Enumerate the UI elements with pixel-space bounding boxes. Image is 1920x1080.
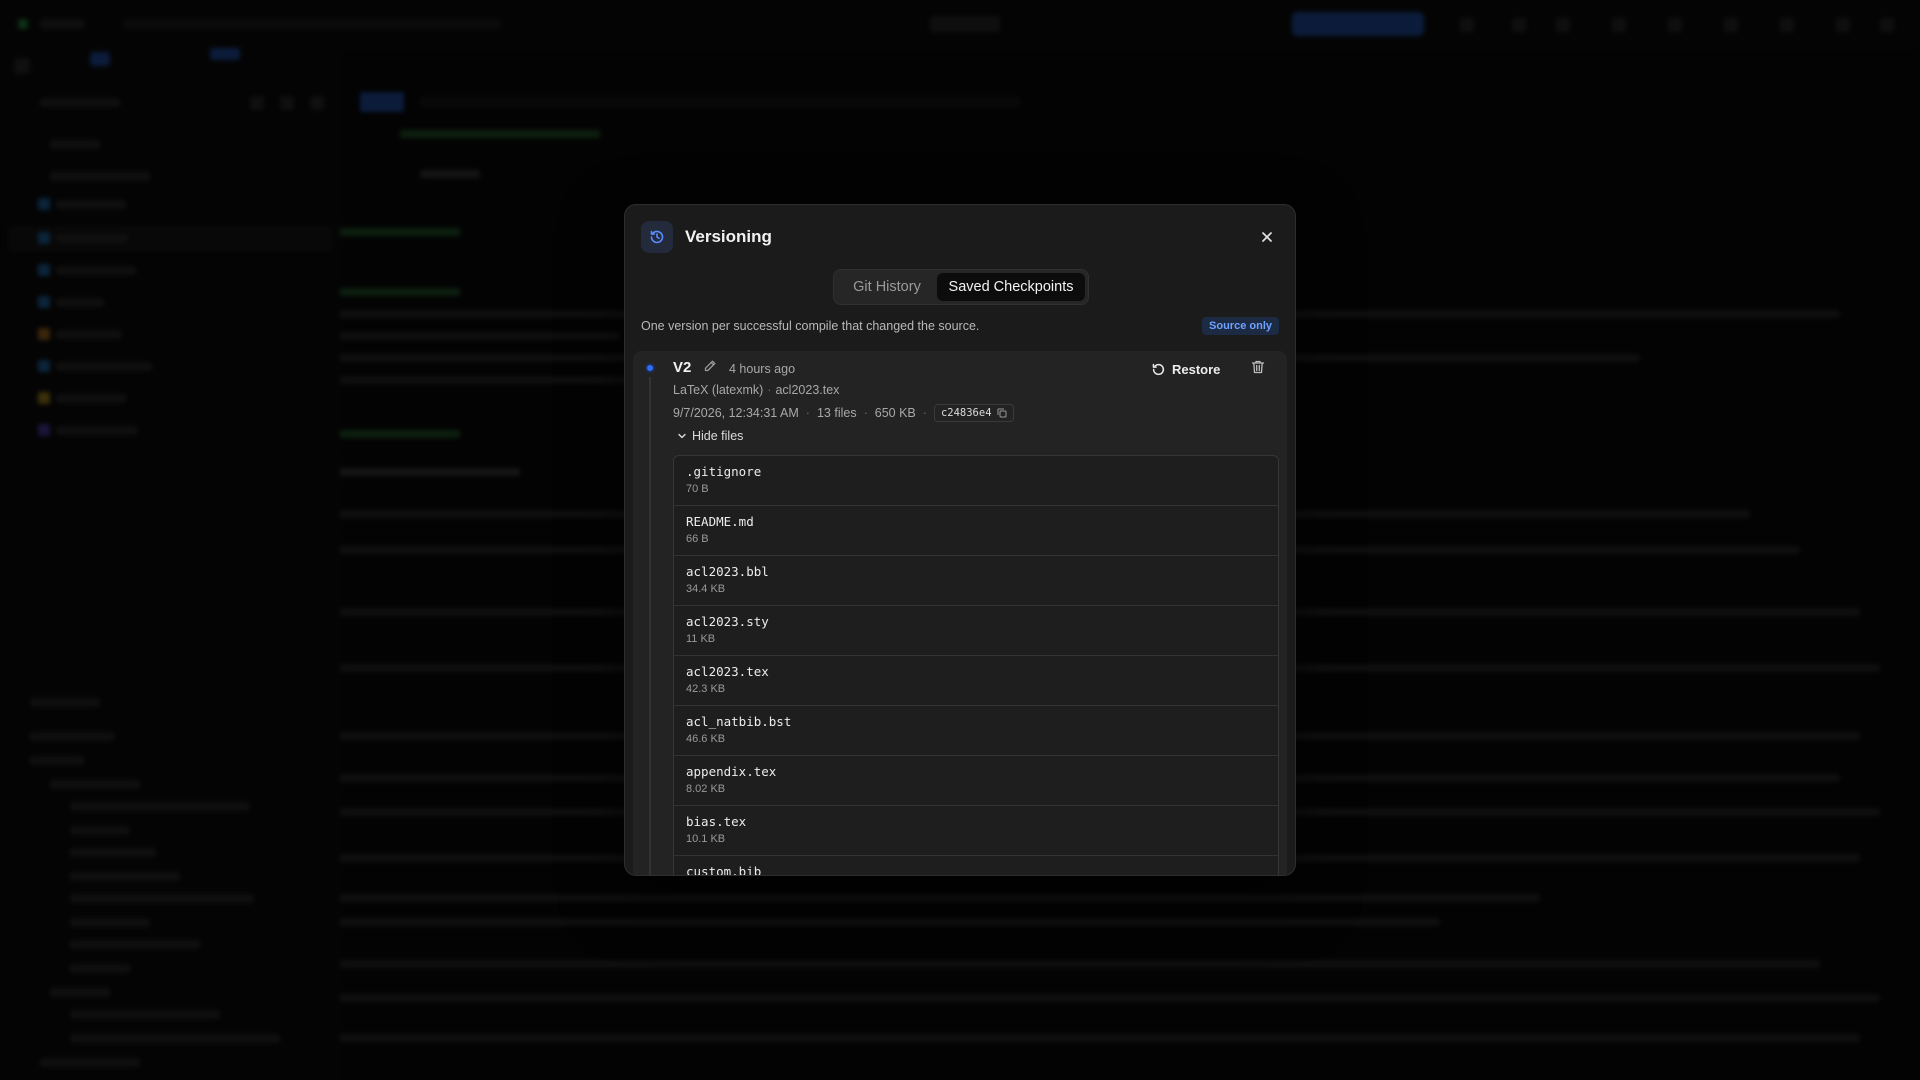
hide-files-toggle[interactable]: Hide files <box>677 429 743 443</box>
file-size: 11 KB <box>686 633 716 645</box>
file-size: 46.6 KB <box>686 733 726 745</box>
file-row[interactable]: acl_natbib.bst 46.6 KB <box>674 706 1278 756</box>
file-row[interactable]: acl2023.sty 11 KB <box>674 606 1278 656</box>
tab-saved-checkpoints[interactable]: Saved Checkpoints <box>937 273 1085 301</box>
file-size: 8.02 KB <box>686 783 726 795</box>
version-name: V2 <box>673 359 692 376</box>
file-name: acl2023.bbl <box>686 564 769 579</box>
file-name: .gitignore <box>686 464 762 479</box>
tab-git-history[interactable]: Git History <box>837 273 937 301</box>
delete-version-button[interactable] <box>1250 359 1268 377</box>
restore-button[interactable]: Restore <box>1151 357 1220 381</box>
version-stats: 9/7/2026, 12:34:31 AM · 13 files · 650 K… <box>673 404 1014 422</box>
close-button[interactable] <box>1255 225 1279 249</box>
history-icon <box>641 221 673 253</box>
copy-icon <box>997 408 1007 418</box>
file-size: 66 B <box>686 533 709 545</box>
close-icon <box>1262 232 1272 242</box>
file-size: 70 B <box>686 483 709 495</box>
file-size: 42.3 KB <box>686 683 726 695</box>
file-row[interactable]: .gitignore 70 B <box>674 456 1278 506</box>
restore-icon <box>1152 363 1165 375</box>
version-build-info: LaTeX (latexmk) · acl2023.tex <box>673 383 840 397</box>
pencil-icon[interactable] <box>703 359 719 375</box>
file-name: bias.tex <box>686 814 747 829</box>
file-row[interactable]: acl2023.bbl 34.4 KB <box>674 556 1278 606</box>
file-name: appendix.tex <box>686 764 777 779</box>
version-size: 650 KB <box>874 406 916 420</box>
file-size: 34.4 KB <box>686 583 726 595</box>
engine-label: LaTeX (latexmk) <box>673 383 764 397</box>
file-list: .gitignore 70 B README.md 66 B acl2023.bbl… <box>673 455 1279 876</box>
file-name: acl2023.sty <box>686 614 769 629</box>
file-row[interactable]: acl2023.tex 42.3 KB <box>674 656 1278 706</box>
commit-hash-chip[interactable]: c24836e4 <box>933 404 1014 422</box>
timeline-dot <box>645 363 655 373</box>
file-row[interactable]: custom.bib <box>674 856 1278 876</box>
view-tabs: Git History Saved Checkpoints <box>833 269 1089 305</box>
file-size: 10.1 KB <box>686 833 726 845</box>
file-row[interactable]: README.md 66 B <box>674 506 1278 556</box>
file-name: acl_natbib.bst <box>686 714 792 729</box>
trash-icon <box>1251 360 1265 374</box>
restore-label: Restore <box>1172 361 1221 377</box>
timeline-line <box>649 377 651 875</box>
source-only-badge: Source only <box>1202 317 1279 335</box>
modal-header: Versioning <box>641 221 1279 253</box>
version-timestamp: 9/7/2026, 12:34:31 AM <box>673 406 799 420</box>
chevron-down-icon <box>678 433 686 439</box>
file-name: acl2023.tex <box>686 664 769 679</box>
main-file-label: acl2023.tex <box>775 383 840 397</box>
file-name: custom.bib <box>686 864 762 876</box>
modal-title: Versioning <box>685 227 772 246</box>
commit-hash: c24836e4 <box>940 407 992 419</box>
file-row[interactable]: bias.tex 10.1 KB <box>674 806 1278 856</box>
modal-description: One version per successful compile that … <box>641 319 980 333</box>
version-card: V2 4 hours ago Restore LaTeX (latexmk) · a… <box>633 351 1287 876</box>
file-name: README.md <box>686 514 754 529</box>
hide-files-label: Hide files <box>692 429 744 443</box>
version-relative-time: 4 hours ago <box>729 362 796 376</box>
file-count: 13 files <box>816 406 857 420</box>
file-row[interactable]: appendix.tex 8.02 KB <box>674 756 1278 806</box>
versioning-modal: Versioning Git History Saved Checkpoints… <box>624 204 1296 876</box>
